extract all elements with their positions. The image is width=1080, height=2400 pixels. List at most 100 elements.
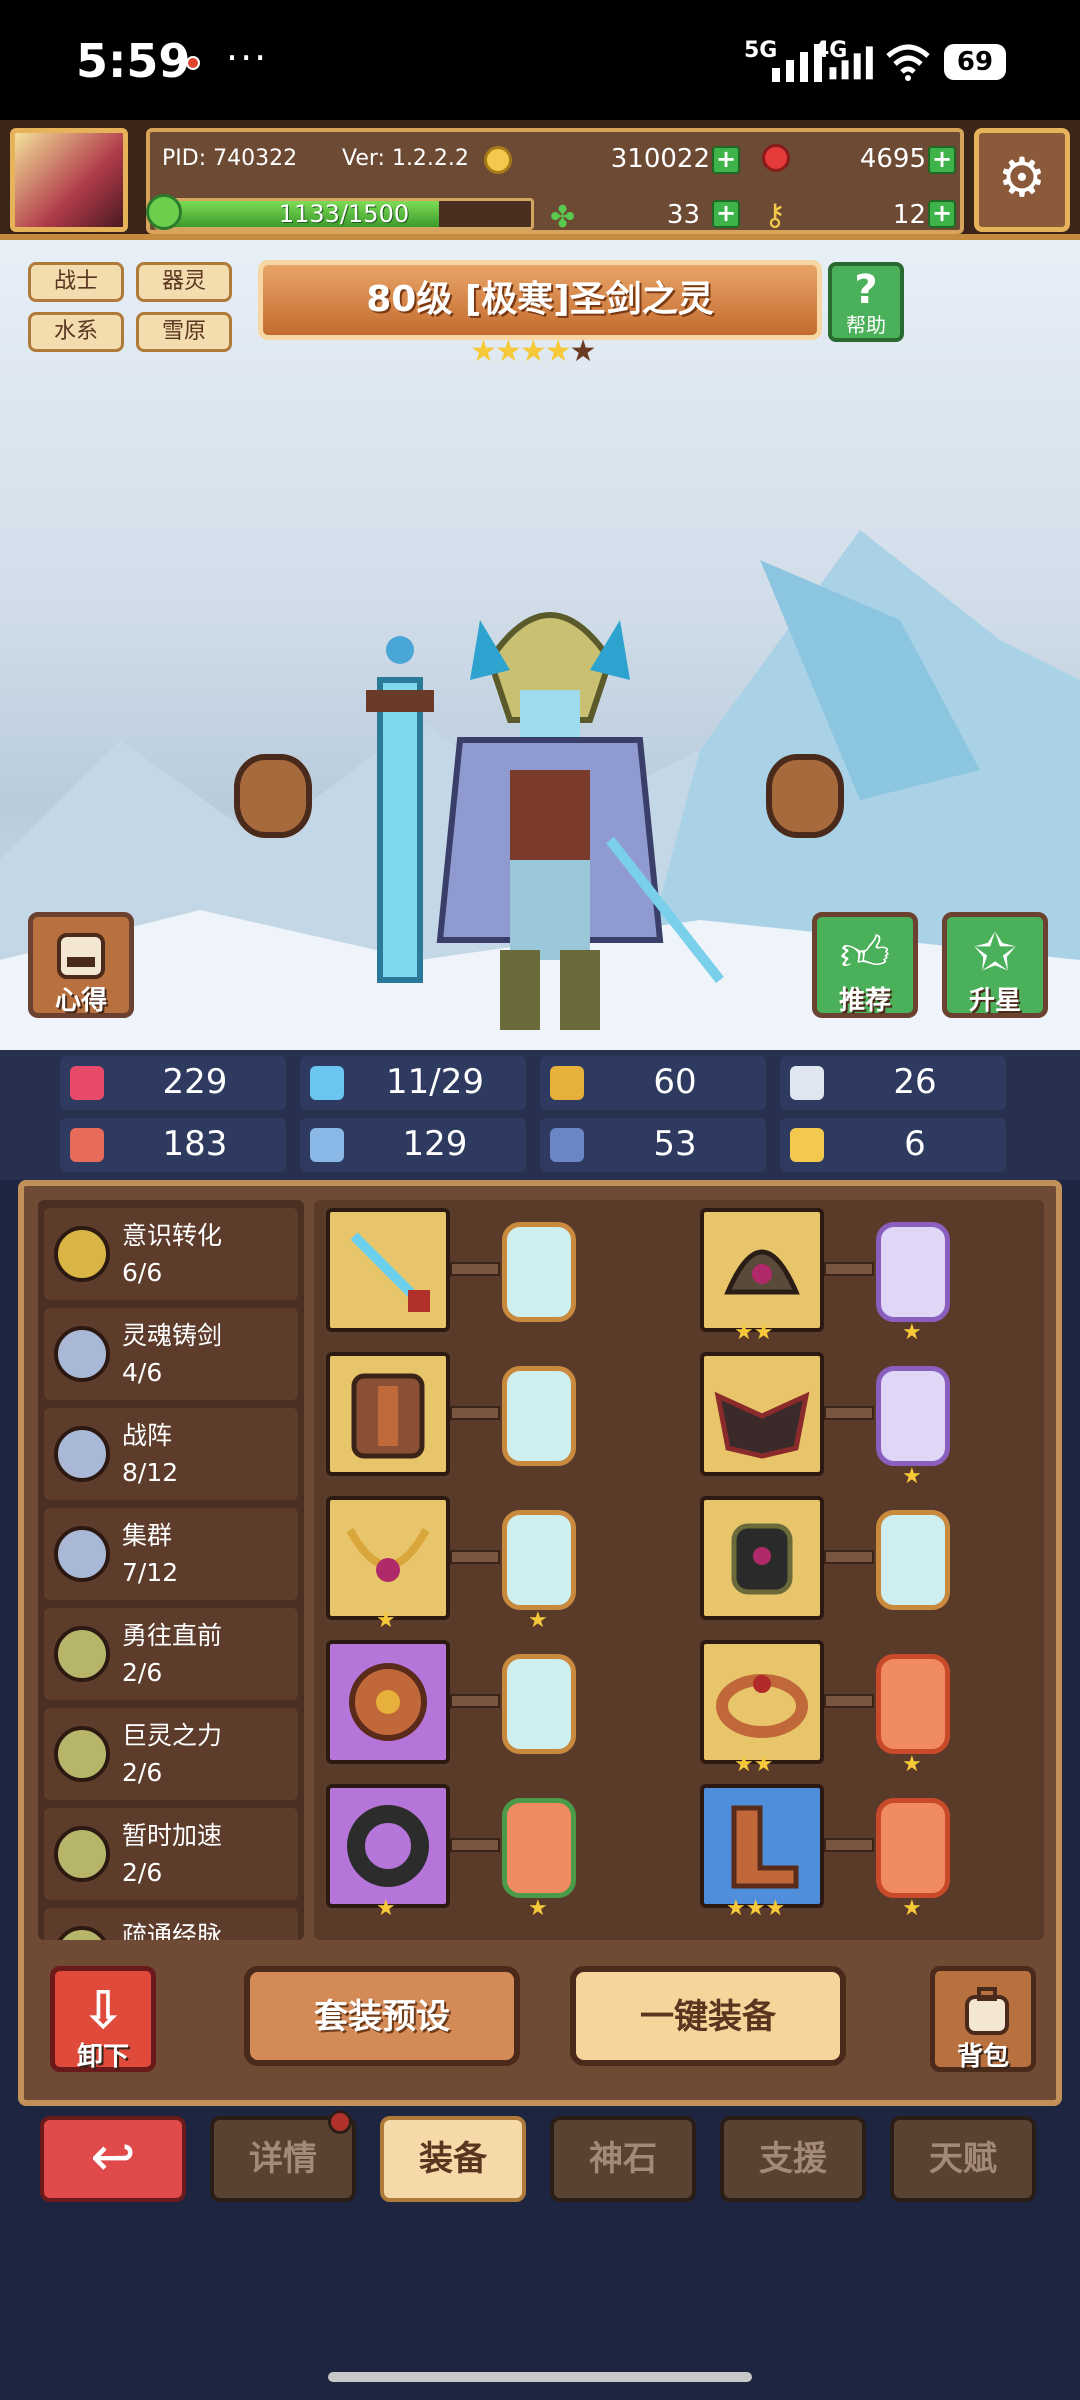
star-icon: ★ — [376, 1608, 396, 1633]
hero-sprite — [366, 612, 724, 1030]
back-button[interactable]: ↩ — [40, 2116, 186, 2202]
equip-slot-necklace[interactable] — [326, 1496, 450, 1620]
tab-equipment[interactable]: 装备 — [380, 2116, 526, 2202]
set-progress: 8/12 — [122, 1458, 179, 1487]
set-progress: 4/6 — [122, 1358, 163, 1387]
tab-talent[interactable]: 天赋 — [890, 2116, 1036, 2202]
add-ruby-button[interactable]: + — [928, 146, 956, 174]
equip-slot-shoulders[interactable] — [700, 1352, 824, 1476]
set-bonus-item[interactable]: 巨灵之力 2/6 — [44, 1708, 298, 1800]
stat-book: 129 — [300, 1118, 526, 1172]
set-bonus-item[interactable]: 集群 7/12 — [44, 1508, 298, 1600]
equip-slot-gloves[interactable] — [700, 1496, 824, 1620]
star-up-label: 升星 — [968, 986, 1021, 1016]
rune-slot-armor[interactable] — [502, 1366, 576, 1466]
rune-slot-weapon[interactable] — [502, 1222, 576, 1322]
set-bonus-item[interactable]: 暂时加速 2/6 — [44, 1808, 298, 1900]
set-name: 暂时加速 — [122, 1821, 223, 1850]
set-bonus-item[interactable]: 意识转化 6/6 — [44, 1208, 298, 1300]
battery-indicator: 69 — [944, 44, 1006, 80]
clock: 5:59 — [76, 34, 191, 88]
gold-amount: 310022 — [610, 144, 710, 174]
notes-button[interactable]: 心得 — [28, 912, 134, 1018]
rune-slot-necklace[interactable] — [502, 1510, 576, 1610]
set-bonus-item[interactable]: 灵魂铸剑 4/6 — [44, 1308, 298, 1400]
rune-slot-amulet[interactable] — [502, 1654, 576, 1754]
slot-link — [450, 1694, 500, 1708]
stat-shield: 60 — [540, 1056, 766, 1110]
set-bonus-list[interactable]: 意识转化 6/6 灵魂铸剑 4/6 战阵 8/12 集群 7/12 勇往直前 2/6 巨灵之力 2/6… — [38, 1200, 304, 1940]
set-bonus-item[interactable]: 勇往直前 2/6 — [44, 1608, 298, 1700]
horseshoe-icon — [790, 1128, 824, 1162]
arrow-down-icon: ⇩ — [81, 1981, 125, 2041]
stamina-bar: 1133/1500 — [154, 198, 534, 230]
rune-slot-belt[interactable] — [876, 1654, 950, 1754]
equipment-panel: 意识转化 6/6 灵魂铸剑 4/6 战阵 8/12 集群 7/12 勇往直前 2/6 巨灵之力 2/6… — [18, 1180, 1062, 2106]
equip-slot-ring[interactable] — [326, 1784, 450, 1908]
slot-link — [450, 1262, 500, 1276]
set-emblem-icon — [54, 1626, 110, 1682]
player-id: PID: 740322 — [162, 146, 298, 171]
rune-slot-ring[interactable] — [502, 1798, 576, 1898]
star-filled-icon: ★ — [544, 334, 572, 369]
belt-icon — [716, 1674, 808, 1738]
equip-slot-boots[interactable] — [700, 1784, 824, 1908]
status-bar: 5:59 ··· 5G 4G 69 — [0, 0, 1080, 120]
equip-slot-weapon[interactable] — [326, 1208, 450, 1332]
sword-icon — [350, 1232, 430, 1312]
rune-slot-gloves[interactable] — [876, 1510, 950, 1610]
stat-fist: 183 — [60, 1118, 286, 1172]
hero-title: 80级 [极寒]圣剑之灵 — [258, 260, 822, 340]
amulet-icon — [349, 1663, 427, 1741]
set-emblem-icon — [54, 1326, 110, 1382]
notes-icon — [57, 933, 105, 979]
tag-warrior: 战士 — [28, 262, 124, 302]
settings-gear-icon[interactable]: ⚙ — [974, 128, 1070, 232]
star-icon: ★ — [902, 1464, 922, 1489]
shield-icon — [550, 1066, 584, 1100]
rune-slot-boots[interactable] — [876, 1798, 950, 1898]
rune-slot-helmet[interactable] — [876, 1222, 950, 1322]
slot-link — [824, 1262, 874, 1276]
unequip-button[interactable]: ⇩ 卸下 — [50, 1966, 156, 2072]
player-avatar[interactable] — [10, 128, 128, 232]
recommend-button[interactable]: 👍︎ 推荐 — [812, 912, 918, 1018]
equip-all-button[interactable]: 一键装备 — [570, 1966, 846, 2066]
star-icon: ★ — [376, 1896, 396, 1921]
backpack-label: 背包 — [956, 2042, 1009, 2072]
equip-slot-helmet[interactable] — [700, 1208, 824, 1332]
player-header: PID: 740322 Ver: 1.2.2.2 310022 + 4695 +… — [0, 120, 1080, 240]
star-icon: ★★ — [734, 1752, 774, 1777]
set-bonus-item[interactable]: 战阵 8/12 — [44, 1408, 298, 1500]
help-button[interactable]: ? 帮助 — [828, 262, 904, 342]
rune-slot-shoulders[interactable] — [876, 1366, 950, 1466]
tab-god-stone[interactable]: 神石 — [550, 2116, 696, 2202]
tab-support[interactable]: 支援 — [720, 2116, 866, 2202]
stat-mana-drop: 11/29 — [300, 1056, 526, 1110]
next-hero-arrow[interactable] — [766, 754, 844, 838]
set-name: 集群 — [122, 1521, 173, 1550]
set-progress: 6/6 — [122, 1258, 163, 1287]
backpack-button[interactable]: 背包 — [930, 1966, 1036, 2072]
ring-icon — [347, 1805, 429, 1887]
home-indicator[interactable] — [328, 2372, 752, 2382]
star-up-button[interactable]: ✩ 升星 — [942, 912, 1048, 1018]
book-icon — [310, 1128, 344, 1162]
bottom-nav: ↩ 详情 装备 神石 支援 天赋 — [0, 2106, 1080, 2216]
stat-heart: 229 — [60, 1056, 286, 1110]
equip-slot-belt[interactable] — [700, 1640, 824, 1764]
star-filled-icon: ★ — [519, 334, 547, 369]
equip-slot-armor[interactable] — [326, 1352, 450, 1476]
set-preset-button[interactable]: 套装预设 — [244, 1966, 520, 2066]
set-bonus-item[interactable]: 疏通经脉 — [44, 1908, 298, 1940]
slot-link — [824, 1406, 874, 1420]
previous-hero-arrow[interactable] — [234, 754, 312, 838]
add-clover-button[interactable]: + — [712, 200, 740, 228]
key-icon: ⚷ — [764, 198, 786, 233]
tag-snowfield: 雪原 — [136, 312, 232, 352]
slot-link — [450, 1406, 500, 1420]
key-amount: 12 — [892, 200, 926, 230]
equip-slot-amulet[interactable] — [326, 1640, 450, 1764]
add-key-button[interactable]: + — [928, 200, 956, 228]
add-gold-button[interactable]: + — [712, 146, 740, 174]
